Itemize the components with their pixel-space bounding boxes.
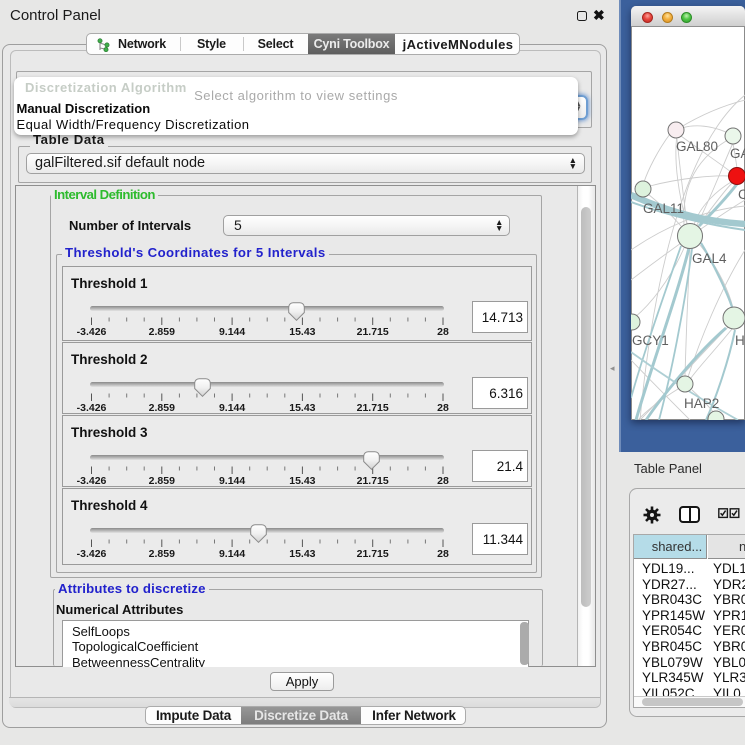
svg-text:H: H	[735, 333, 745, 348]
svg-text:GAL80: GAL80	[676, 139, 718, 154]
svg-text:C: C	[738, 187, 745, 202]
svg-text:GAL11: GAL11	[643, 201, 684, 216]
svg-text:HAP2: HAP2	[684, 396, 719, 411]
svg-text:GAL4: GAL4	[692, 251, 727, 266]
svg-text:GCY1: GCY1	[632, 333, 669, 348]
svg-text:GA: GA	[730, 146, 745, 161]
